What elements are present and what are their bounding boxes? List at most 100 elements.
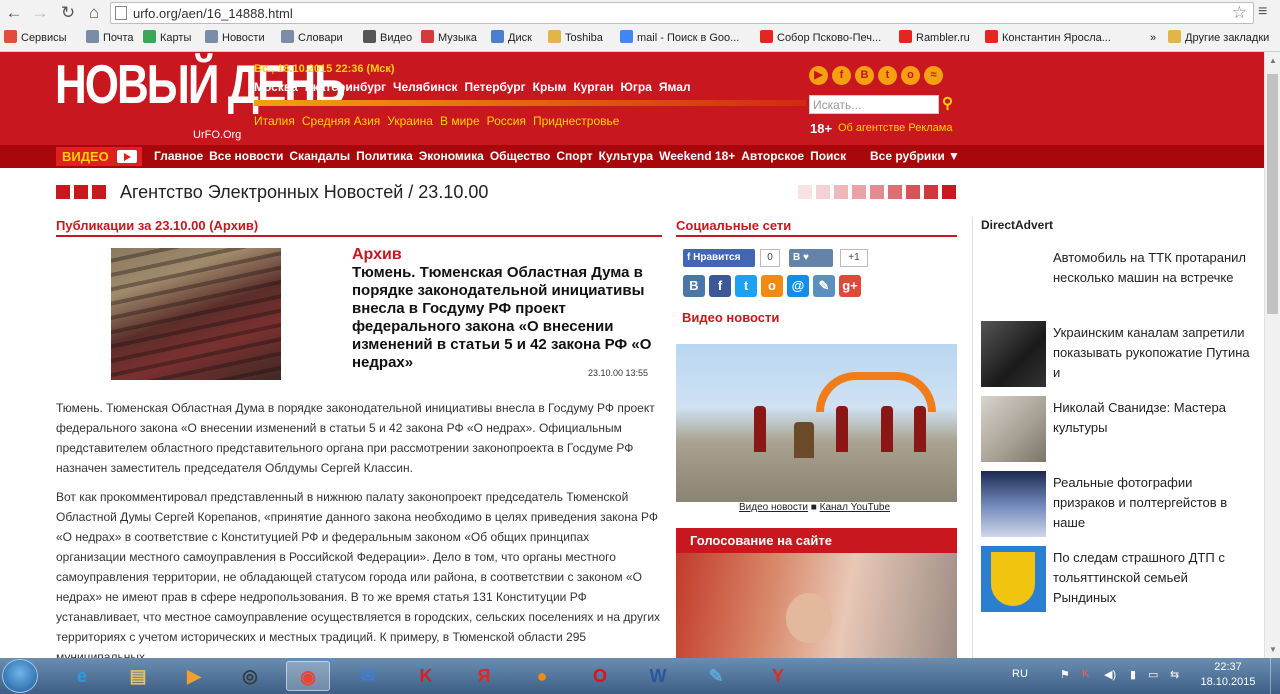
tray-device-icon[interactable]: ▭ [1148, 668, 1158, 681]
facebook-share-icon[interactable]: f [709, 275, 731, 297]
city-link[interactable]: Курган [573, 80, 613, 94]
bookmark-item[interactable]: Видео [363, 30, 412, 46]
kaspersky-icon[interactable]: K [404, 661, 448, 691]
tray-flag-icon[interactable]: ⚑ [1060, 668, 1070, 681]
ad-thumbnail[interactable] [981, 396, 1046, 462]
voting-header[interactable]: Голосование на сайте [676, 528, 957, 553]
back-button[interactable]: ← [4, 3, 24, 23]
facebook-icon[interactable]: f [832, 66, 851, 85]
bookmark-item[interactable]: Константин Яросла... [985, 30, 1111, 46]
menu-item[interactable]: Общество [490, 149, 551, 163]
ad-item[interactable]: Реальные фотографии призраков и полтерге… [981, 471, 1261, 537]
ad-thumbnail[interactable] [981, 471, 1046, 537]
video-button[interactable]: ВИДЕО [56, 147, 142, 166]
mail-icon[interactable]: ✉ [346, 661, 390, 691]
ad-item[interactable]: Украинским каналам запретили показывать … [981, 321, 1261, 387]
city-link[interactable]: Екатеринбург [305, 80, 386, 94]
file-explorer-icon[interactable]: ▤ [116, 661, 160, 691]
more-bookmarks-button[interactable]: » [1150, 30, 1156, 46]
media-center-icon[interactable]: ◎ [228, 661, 272, 691]
vk-like-button[interactable]: В ♥ [789, 249, 833, 267]
vk-share-icon[interactable]: В [683, 275, 705, 297]
bookmark-star-icon[interactable]: ☆ [1232, 3, 1247, 23]
scroll-down-icon[interactable]: ▼ [1269, 645, 1277, 654]
about-link[interactable]: Об агентстве [838, 122, 905, 134]
bookmark-item[interactable]: Новости [205, 30, 265, 46]
media-player-icon[interactable]: ▶ [172, 661, 216, 691]
menu-item[interactable]: Авторское [741, 149, 804, 163]
odnoklassniki-icon[interactable]: o [901, 66, 920, 85]
menu-item[interactable]: Спорт [556, 149, 592, 163]
reload-button[interactable]: ↻ [58, 3, 78, 23]
bookmark-item[interactable]: Почта [86, 30, 134, 46]
google-plus-share-icon[interactable]: g+ [839, 275, 861, 297]
twitter-icon[interactable]: t [878, 66, 897, 85]
city-link[interactable]: Ямал [659, 80, 691, 94]
chrome-icon[interactable]: ◉ [286, 661, 330, 691]
menu-item[interactable]: Политика [356, 149, 413, 163]
region-link[interactable]: Приднестровье [533, 114, 619, 128]
ad-text[interactable]: Николай Сванидзе: Мастера культуры [1053, 398, 1253, 438]
ad-item[interactable]: По следам страшного ДТП с тольяттинской … [981, 546, 1261, 612]
city-link[interactable]: Челябинск [393, 80, 457, 94]
rss-icon[interactable]: ≈ [924, 66, 943, 85]
scroll-thumb[interactable] [1267, 74, 1278, 314]
bookmark-item[interactable]: Карты [143, 30, 191, 46]
url-text[interactable]: urfo.org/aen/16_14888.html [133, 6, 293, 21]
region-link[interactable]: Средняя Азия [302, 114, 380, 128]
mail-share-icon[interactable]: @ [787, 275, 809, 297]
youtube-channel-link[interactable]: Канал YouTube [820, 502, 890, 513]
address-bar[interactable]: urfo.org/aen/16_14888.html ☆ [110, 2, 1254, 24]
ad-text[interactable]: Реальные фотографии призраков и полтерге… [1053, 473, 1253, 533]
bookmark-item[interactable]: Диск [491, 30, 532, 46]
bookmark-item[interactable]: mail - Поиск в Goo... [620, 30, 739, 46]
menu-item[interactable]: Главное [154, 149, 203, 163]
scrollbar[interactable]: ▲ ▼ [1264, 52, 1280, 658]
tray-volume-icon[interactable]: ◀) [1104, 668, 1116, 681]
home-button[interactable]: ⌂ [84, 3, 104, 23]
bookmark-item[interactable]: Другие закладки [1168, 30, 1269, 46]
city-link[interactable]: Петербург [465, 80, 526, 94]
paint-icon[interactable]: ✎ [694, 661, 738, 691]
menu-icon[interactable]: ≡ [1258, 3, 1267, 21]
city-link[interactable]: Крым [533, 80, 567, 94]
menu-item[interactable]: Поиск [810, 149, 846, 163]
livejournal-share-icon[interactable]: ✎ [813, 275, 835, 297]
ok-icon[interactable]: ● [520, 661, 564, 691]
bookmark-item[interactable]: Собор Псково-Печ... [760, 30, 881, 46]
start-button[interactable] [2, 659, 38, 693]
ad-text[interactable]: Автомобиль на ТТК протаранил несколько м… [1053, 248, 1253, 288]
menu-item[interactable]: Экономика [419, 149, 484, 163]
search-icon[interactable]: ⚲ [942, 94, 953, 112]
youtube-icon[interactable]: ▶ [809, 66, 828, 85]
city-link[interactable]: Югра [621, 80, 652, 94]
facebook-like-button[interactable]: f Нравится [683, 249, 755, 267]
region-link[interactable]: Россия [487, 114, 526, 128]
odnoklassniki-share-icon[interactable]: о [761, 275, 783, 297]
menu-item[interactable]: Культура [599, 149, 653, 163]
opera-icon[interactable]: O [578, 661, 622, 691]
video-thumbnail[interactable] [676, 344, 957, 502]
ad-thumbnail[interactable] [981, 321, 1046, 387]
word-icon[interactable]: W [636, 661, 680, 691]
vk-icon[interactable]: B [855, 66, 874, 85]
scroll-up-icon[interactable]: ▲ [1269, 56, 1277, 65]
bookmark-item[interactable]: Музыка [421, 30, 477, 46]
article-rubric[interactable]: Архив [352, 246, 402, 264]
yandex-icon[interactable]: Я [462, 661, 506, 691]
bookmark-item[interactable]: Сервисы [4, 30, 67, 46]
all-rubrics-menu[interactable]: Все рубрики ▼ [870, 149, 960, 163]
voting-image[interactable] [676, 553, 957, 658]
ad-item[interactable]: Николай Сванидзе: Мастера культуры [981, 396, 1261, 462]
twitter-share-icon[interactable]: t [735, 275, 757, 297]
bookmark-item[interactable]: Словари [281, 30, 343, 46]
tray-network-icon[interactable]: ▮ [1130, 668, 1136, 681]
taskbar-clock[interactable]: 22:37 18.10.2015 [1200, 660, 1256, 690]
city-link[interactable]: Москва [254, 80, 298, 94]
bookmark-item[interactable]: Rambler.ru [899, 30, 970, 46]
article-photo[interactable] [111, 248, 281, 380]
ad-thumbnail[interactable] [981, 246, 1046, 312]
video-news-link[interactable]: Видео новости [739, 502, 808, 513]
ad-item[interactable]: Автомобиль на ТТК протаранил несколько м… [981, 246, 1261, 312]
ad-text[interactable]: По следам страшного ДТП с тольяттинской … [1053, 548, 1253, 608]
